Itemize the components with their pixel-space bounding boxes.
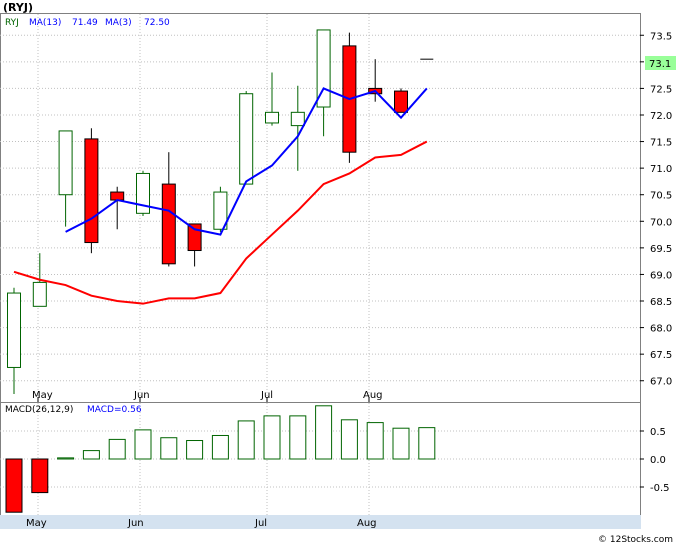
- candle-up: [239, 93, 254, 185]
- candle-down: [187, 223, 202, 252]
- price-tick-label: 67.0: [650, 377, 672, 388]
- macd-bar-positive: [186, 440, 204, 460]
- legend-ma13-label: MA(13): [29, 18, 61, 28]
- macd-tick-label: -0.5: [650, 483, 670, 494]
- macd-bar-positive: [315, 405, 333, 460]
- macd-bar-positive: [340, 419, 358, 460]
- legend-ma13-value: 71.49: [72, 18, 98, 28]
- macd-bar-positive: [57, 457, 75, 460]
- price-tick-label: 71.0: [650, 164, 672, 175]
- macd-bar-positive: [418, 427, 436, 460]
- x-axis-band: [0, 515, 641, 529]
- candle-up: [7, 292, 21, 368]
- macd-bar-negative: [31, 458, 49, 494]
- price-x-label: May: [32, 390, 53, 401]
- price-x-label: Jun: [133, 390, 150, 401]
- macd-x-label: May: [26, 518, 47, 529]
- macd-x-label: Jun: [127, 518, 144, 529]
- legend-symbol: RYJ: [5, 18, 19, 28]
- price-tick-label: 72.5: [650, 84, 672, 95]
- candle-up: [265, 111, 279, 124]
- macd-bar-positive: [263, 415, 281, 460]
- candle-up: [32, 281, 47, 307]
- last-price-tag-text: 73.1: [649, 59, 671, 70]
- candle-up: [136, 172, 150, 214]
- candle-up: [290, 111, 305, 127]
- macd-tick-label: 0.5: [650, 427, 666, 438]
- macd-bar-positive: [366, 422, 384, 460]
- macd-bar-positive: [237, 420, 255, 460]
- price-tick-label: 70.0: [650, 217, 672, 228]
- macd-bar-positive: [82, 450, 100, 460]
- legend-ma3-value: 72.50: [144, 18, 170, 28]
- price-x-label: Jul: [260, 390, 273, 401]
- candle-up: [58, 130, 73, 196]
- macd-bar-positive: [211, 434, 229, 460]
- price-tick-label: 68.5: [650, 297, 672, 308]
- watermark: © 12Stocks.com: [598, 535, 673, 545]
- price-tick-label: 69.0: [650, 270, 672, 281]
- price-x-label: Aug: [363, 390, 383, 401]
- price-tick-label: 72.0: [650, 111, 672, 122]
- macd-value-label: MACD=0.56: [87, 405, 142, 415]
- macd-label: MACD(26,12,9): [5, 405, 73, 415]
- macd-bar-positive: [108, 438, 126, 460]
- price-tick-label: 67.5: [650, 350, 672, 361]
- price-tick-label: 70.5: [650, 191, 672, 202]
- price-tick-label: 73.5: [650, 31, 672, 42]
- price-tick-label: 69.5: [650, 244, 672, 255]
- price-tick-label: 71.5: [650, 138, 672, 149]
- candle-down: [394, 90, 408, 113]
- macd-bar-negative: [5, 458, 23, 513]
- chart-canvas: 67.0 67.5 68.0 68.5 69.0 69.5 70.0 70.5 71.0 71.5…: [0, 1, 676, 545]
- macd-bar-positive: [392, 427, 410, 460]
- stock-chart: 67.0 67.5 68.0 68.5 69.0 69.5 70.0 70.5 71.0 71.5…: [0, 0, 680, 546]
- macd-x-label: Aug: [357, 518, 377, 529]
- price-tick-label: 68.0: [650, 324, 672, 335]
- macd-bar-positive: [134, 429, 152, 460]
- candle-down: [110, 191, 125, 201]
- macd-bar-positive: [160, 437, 178, 460]
- candle-down: [84, 138, 99, 244]
- chart-title: (RYJ): [3, 1, 33, 14]
- macd-bar-positive: [289, 415, 307, 460]
- candle-down: [161, 183, 176, 265]
- macd-x-label: Jul: [254, 518, 267, 529]
- legend-ma3-label: MA(3): [105, 18, 132, 28]
- macd-tick-label: 0.0: [650, 455, 666, 466]
